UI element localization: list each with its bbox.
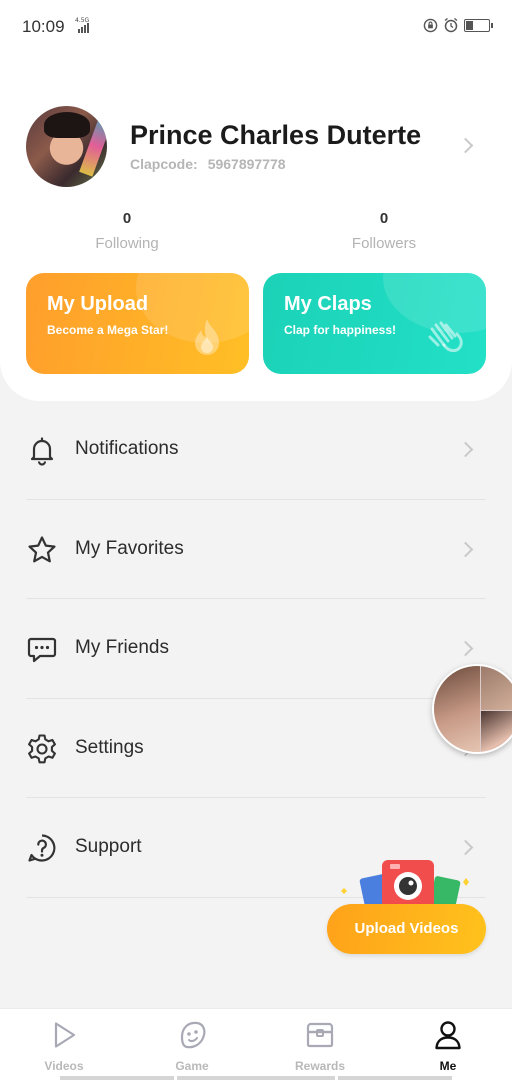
chevron-right-icon (457, 640, 474, 657)
menu-item-favorites[interactable]: My Favorites (0, 500, 512, 599)
menu-item-label: Notifications (75, 438, 179, 459)
signal-icon: 4.5G (74, 17, 94, 34)
menu-item-label: Settings (75, 736, 144, 758)
clapcode-label: Clapcode: (130, 156, 198, 172)
my-claps-title: My Claps (284, 293, 372, 315)
nav-label: Game (175, 1059, 209, 1073)
clapcode-value: 5967897778 (207, 156, 286, 172)
clapcode: Clapcode: 5967897778 (130, 156, 286, 172)
followers-label: Followers (351, 235, 417, 252)
question-icon (28, 834, 56, 862)
upload-videos-button[interactable]: Upload Videos (327, 904, 486, 954)
status-bar: 10:09 4.5G (0, 0, 512, 56)
floating-video-bubble[interactable] (432, 664, 512, 754)
menu-item-label: Support (75, 836, 142, 857)
gear-icon (28, 733, 56, 763)
avatar[interactable] (26, 106, 107, 187)
chat-bubble-icon (27, 637, 57, 663)
chevron-right-icon (457, 839, 474, 856)
nav-label: Me (439, 1059, 457, 1073)
bottom-nav: Videos Game Rewards Me (0, 1008, 512, 1080)
flame-icon (195, 319, 219, 355)
my-claps-card[interactable]: My Claps Clap for happiness! (263, 273, 486, 374)
menu-item-notifications[interactable]: Notifications (0, 400, 512, 500)
my-claps-subtitle: Clap for happiness! (284, 323, 397, 337)
menu-list: Notifications My Favorites My Friends Se… (0, 400, 512, 898)
nav-item-me[interactable]: Me (384, 1009, 512, 1080)
play-icon (54, 1022, 76, 1048)
followers-stat[interactable]: 0 Followers (324, 210, 444, 252)
chevron-right-icon (457, 441, 474, 458)
profile-card: Prince Charles Duterte Clapcode: 59678977… (0, 56, 512, 401)
nav-indicator (338, 1076, 452, 1080)
star-icon (28, 535, 56, 562)
status-time: 10:09 (22, 17, 65, 36)
menu-item-label: My Favorites (75, 537, 184, 559)
status-icons (423, 17, 493, 33)
my-upload-subtitle: Become a Mega Star! (47, 323, 169, 337)
nav-item-game[interactable]: Game (128, 1009, 256, 1080)
nav-item-videos[interactable]: Videos (0, 1009, 128, 1080)
nav-indicator (60, 1076, 174, 1080)
bell-icon (30, 437, 54, 466)
following-label: Following (95, 235, 159, 252)
following-stat[interactable]: 0 Following (67, 210, 187, 252)
profile-name[interactable]: Prince Charles Duterte (130, 120, 421, 151)
chevron-right-icon (457, 541, 474, 557)
nav-label: Rewards (294, 1059, 346, 1073)
alarm-icon (444, 17, 458, 33)
battery-icon (464, 18, 493, 32)
nav-indicator (177, 1076, 335, 1080)
nav-item-rewards[interactable]: Rewards (256, 1009, 384, 1080)
menu-item-label: My Friends (75, 637, 169, 658)
lock-rotation-icon (423, 18, 438, 32)
game-icon (180, 1021, 206, 1049)
person-icon (435, 1021, 461, 1050)
clapping-hands-icon (428, 321, 463, 353)
treasure-chest-icon (306, 1022, 334, 1048)
followers-count: 0 (379, 210, 389, 227)
nav-label: Videos (44, 1059, 84, 1073)
my-upload-card[interactable]: My Upload Become a Mega Star! (26, 273, 249, 374)
following-count: 0 (122, 210, 132, 227)
chevron-right-icon[interactable] (457, 137, 474, 154)
my-upload-title: My Upload (47, 293, 149, 315)
